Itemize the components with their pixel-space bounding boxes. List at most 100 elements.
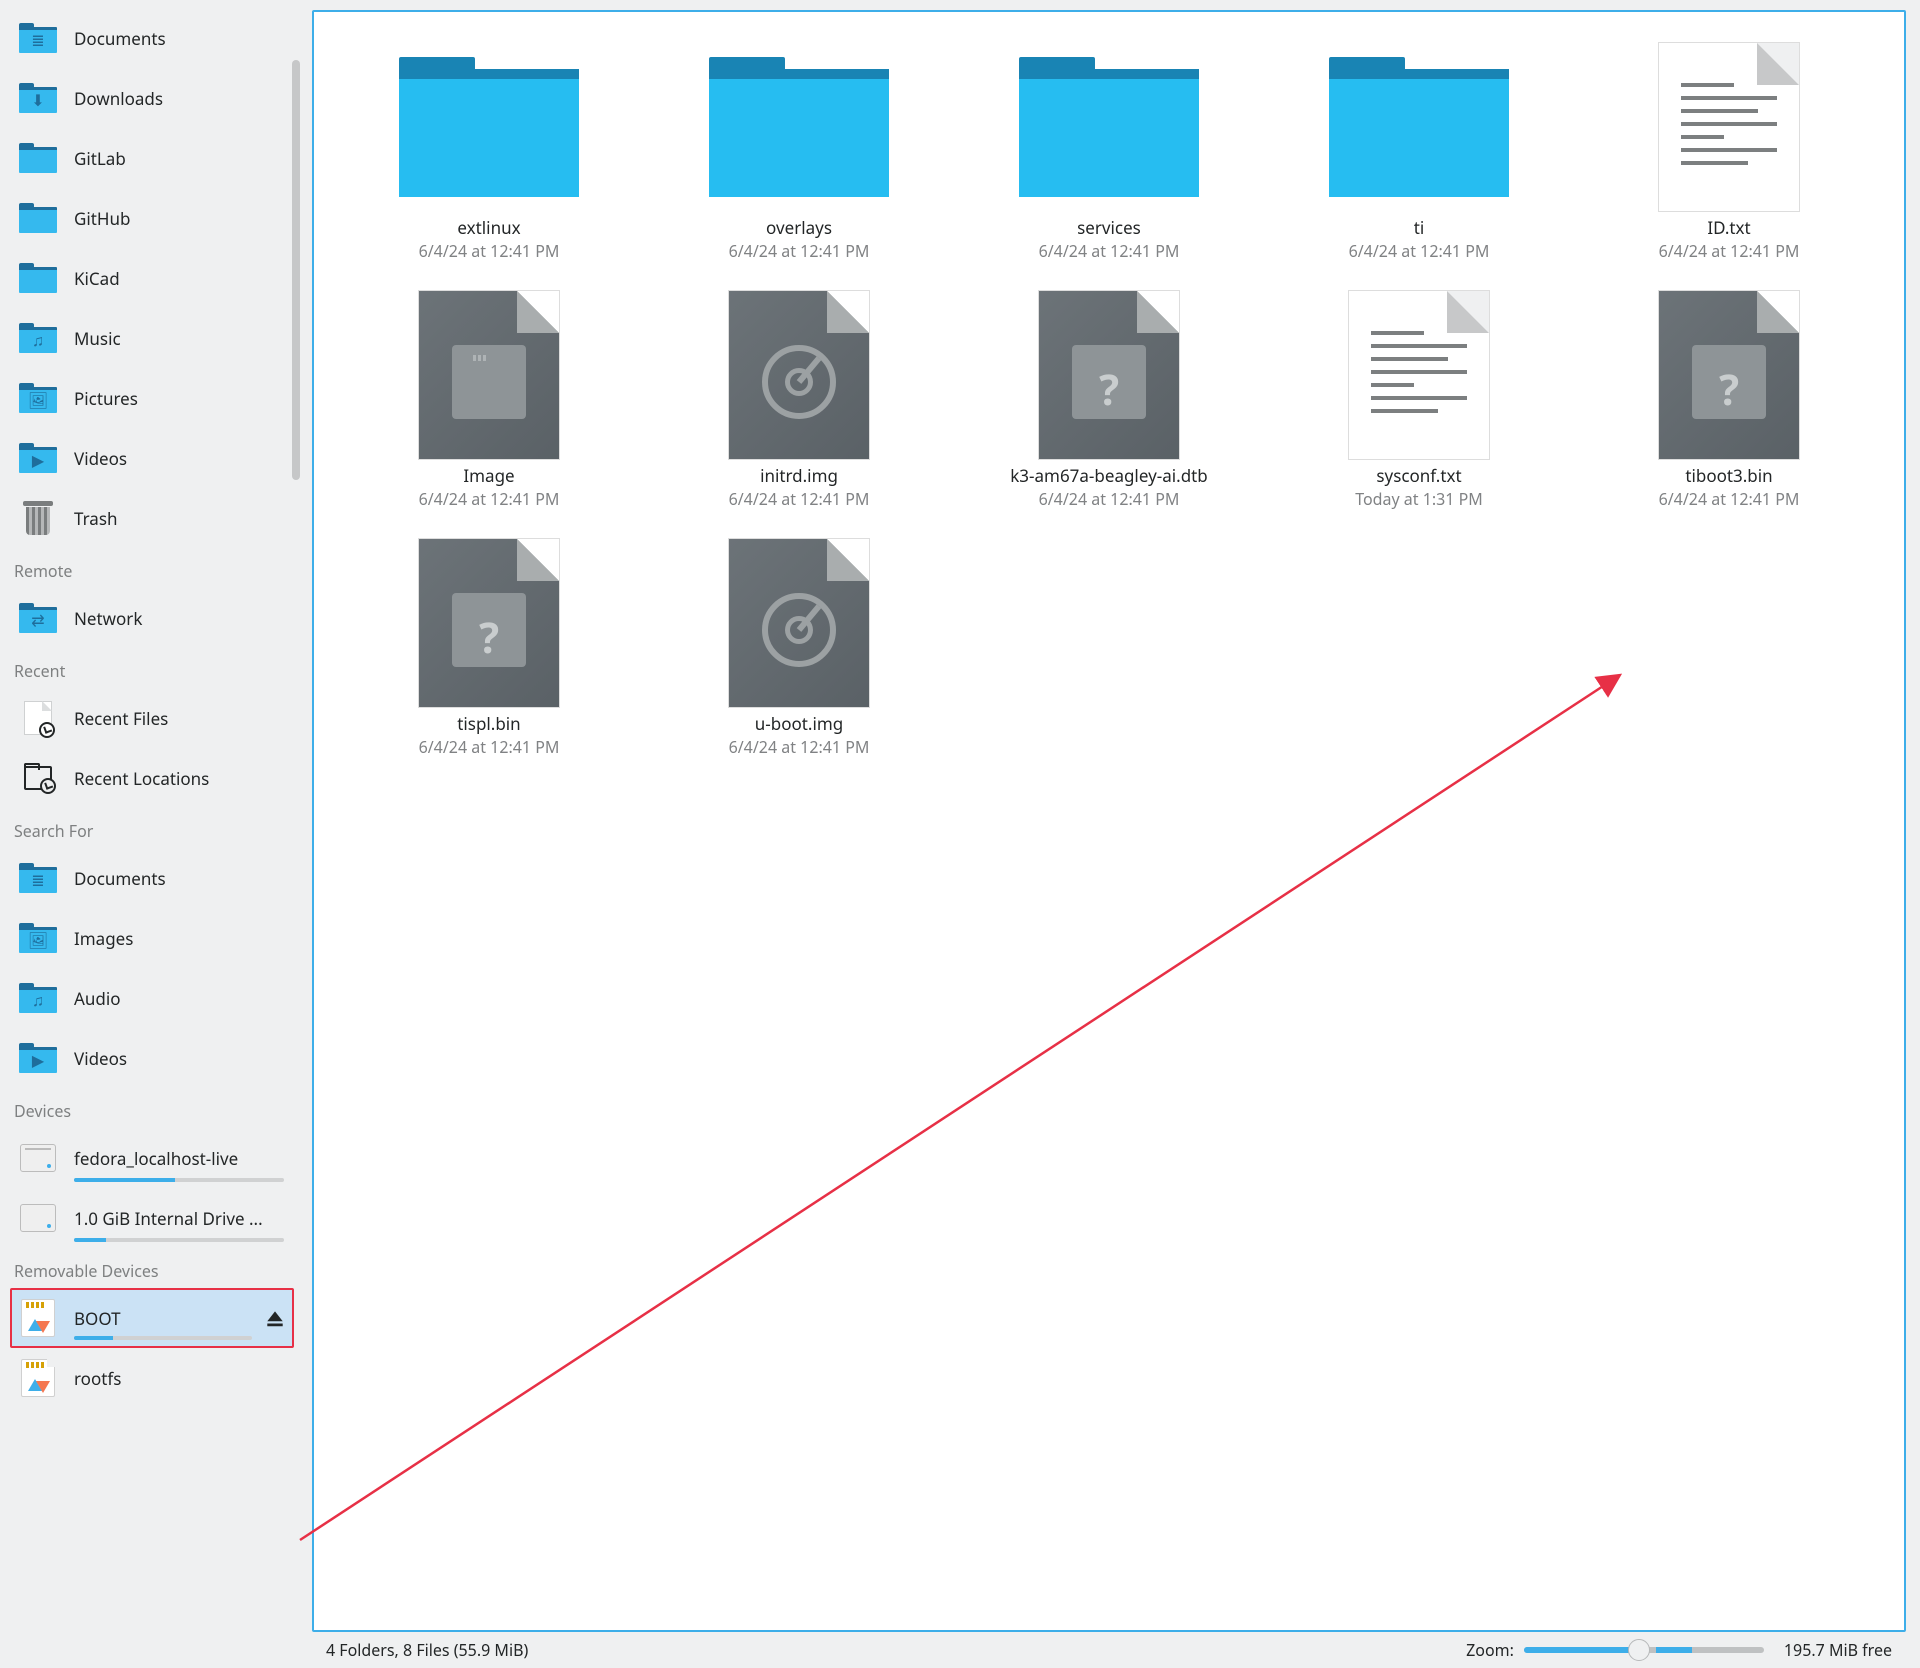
folder-videos-icon: ▶ <box>18 1038 58 1078</box>
folder-documents-icon: ≣ <box>18 858 58 898</box>
sidebar-item-label: Videos <box>74 1047 286 1070</box>
file-view[interactable]: extlinux6/4/24 at 12:41 PMoverlays6/4/24… <box>312 10 1906 1632</box>
sidebar-item-pictures[interactable]: 🖼Pictures <box>10 368 294 428</box>
file-name: overlays <box>766 216 832 239</box>
file-item[interactable]: ? tiboot3.bin6/4/24 at 12:41 PM <box>1584 286 1874 514</box>
folder-icon <box>1324 42 1514 212</box>
unknown-file-icon: ? <box>1634 290 1824 460</box>
file-name: initrd.img <box>760 464 838 487</box>
folder-icon <box>1014 42 1204 212</box>
status-summary: 4 Folders, 8 Files (55.9 MiB) <box>326 1639 528 1661</box>
file-date: 6/4/24 at 12:41 PM <box>1039 240 1180 262</box>
text-file-icon <box>1634 42 1824 212</box>
file-date: 6/4/24 at 12:41 PM <box>1039 488 1180 510</box>
usage-bar <box>74 1238 284 1242</box>
sd-card-icon <box>18 1298 58 1338</box>
sidebar-item-github[interactable]: GitHub <box>10 188 294 248</box>
file-item[interactable]: initrd.img6/4/24 at 12:41 PM <box>654 286 944 514</box>
file-item[interactable]: ?k3-am67a-beagley-ai.dtb6/4/24 at 12:41 … <box>964 286 1254 514</box>
file-name: extlinux <box>457 216 520 239</box>
section-header-search: Search For <box>10 808 294 848</box>
section-header-recent: Recent <box>10 648 294 688</box>
sidebar-item-label: GitHub <box>74 207 286 230</box>
sidebar-item-audio[interactable]: ♫Audio <box>10 968 294 1028</box>
unknown-file-icon: ? <box>394 538 584 708</box>
sidebar-item-images[interactable]: 🖼Images <box>10 908 294 968</box>
recent-files-icon <box>18 698 58 738</box>
sidebar-item-rootfs[interactable]: rootfs <box>10 1348 294 1408</box>
sidebar-item-network[interactable]: ⇄ Network <box>10 588 294 648</box>
folder-downloads-icon: ⬇ <box>18 78 58 118</box>
main-area: extlinux6/4/24 at 12:41 PMoverlays6/4/24… <box>300 0 1920 1668</box>
sd-card-icon <box>18 1358 58 1398</box>
sidebar-item-recent-locations[interactable]: Recent Locations <box>10 748 294 808</box>
file-date: 6/4/24 at 12:41 PM <box>1349 240 1490 262</box>
file-item[interactable]: ti6/4/24 at 12:41 PM <box>1274 38 1564 266</box>
sidebar-item-label: Videos <box>74 447 286 470</box>
sidebar-item-downloads[interactable]: ⬇ Downloads <box>10 68 294 128</box>
eject-icon[interactable] <box>264 1307 286 1329</box>
sidebar-item-gitlab[interactable]: GitLab <box>10 128 294 188</box>
folder-pictures-icon: 🖼 <box>18 378 58 418</box>
file-date: 6/4/24 at 12:41 PM <box>419 240 560 262</box>
sidebar-item-label: Network <box>74 607 286 630</box>
section-header-removable: Removable Devices <box>10 1248 294 1288</box>
file-date: 6/4/24 at 12:41 PM <box>1659 488 1800 510</box>
file-name: sysconf.txt <box>1376 464 1461 487</box>
file-date: 6/4/24 at 12:41 PM <box>729 488 870 510</box>
disk-image-icon <box>704 538 894 708</box>
recent-locations-icon <box>18 758 58 798</box>
sidebar-item-documents[interactable]: ≣Documents <box>10 8 294 68</box>
sidebar-item-label: Downloads <box>74 87 286 110</box>
file-item[interactable]: services6/4/24 at 12:41 PM <box>964 38 1254 266</box>
file-date: 6/4/24 at 12:41 PM <box>1659 240 1800 262</box>
file-item[interactable]: Image6/4/24 at 12:41 PM <box>344 286 634 514</box>
file-name: ti <box>1414 216 1425 239</box>
sidebar-item-label: Images <box>74 927 286 950</box>
status-bar: 4 Folders, 8 Files (55.9 MiB) Zoom: 195.… <box>312 1632 1906 1668</box>
disk-image-icon <box>704 290 894 460</box>
sidebar-item-fedora-localhost-live[interactable]: fedora_localhost-live <box>10 1128 294 1188</box>
sidebar-item-label: Audio <box>74 987 286 1010</box>
file-name: services <box>1077 216 1141 239</box>
folder-icon <box>18 198 58 238</box>
file-name: tiboot3.bin <box>1685 464 1772 487</box>
drive-live-icon <box>18 1138 58 1178</box>
file-item[interactable]: ?tispl.bin6/4/24 at 12:41 PM <box>344 534 634 762</box>
zoom-label: Zoom: <box>1466 1639 1514 1661</box>
sidebar-item-label: GitLab <box>74 147 286 170</box>
sidebar-item-videos[interactable]: ▶ Videos <box>10 428 294 488</box>
file-item[interactable]: extlinux6/4/24 at 12:41 PM <box>344 38 634 266</box>
text-file-icon <box>1324 290 1514 460</box>
sidebar-item-label: Trash <box>74 507 286 530</box>
usage-bar <box>74 1178 284 1182</box>
folder-videos-icon: ▶ <box>18 438 58 478</box>
folder-documents-icon: ≣ <box>18 18 58 58</box>
file-date: 6/4/24 at 12:41 PM <box>419 736 560 758</box>
zoom-slider[interactable] <box>1524 1647 1764 1653</box>
file-item[interactable]: sysconf.txtToday at 1:31 PM <box>1274 286 1564 514</box>
sidebar-item-music[interactable]: ♫Music <box>10 308 294 368</box>
section-header-devices: Devices <box>10 1088 294 1128</box>
sidebar-item-documents[interactable]: ≣Documents <box>10 848 294 908</box>
sidebar-item-1-0-gib-internal-drive-[interactable]: 1.0 GiB Internal Drive ... <box>10 1188 294 1248</box>
drive-icon <box>18 1198 58 1238</box>
folder-icon <box>394 42 584 212</box>
section-header-remote: Remote <box>10 548 294 588</box>
file-item[interactable]: ID.txt6/4/24 at 12:41 PM <box>1584 38 1874 266</box>
file-date: 6/4/24 at 12:41 PM <box>729 240 870 262</box>
file-date: 6/4/24 at 12:41 PM <box>419 488 560 510</box>
sidebar-item-label: Music <box>74 327 286 350</box>
sidebar-item-kicad[interactable]: KiCad <box>10 248 294 308</box>
sidebar-item-boot[interactable]: BOOT <box>10 1288 294 1348</box>
folder-network-icon: ⇄ <box>18 598 58 638</box>
sidebar-item-videos[interactable]: ▶ Videos <box>10 1028 294 1088</box>
file-date: Today at 1:31 PM <box>1355 488 1483 510</box>
sidebar-item-trash[interactable]: Trash <box>10 488 294 548</box>
sidebar-item-label: KiCad <box>74 267 286 290</box>
file-name: Image <box>463 464 514 487</box>
file-item[interactable]: u-boot.img6/4/24 at 12:41 PM <box>654 534 944 762</box>
file-item[interactable]: overlays6/4/24 at 12:41 PM <box>654 38 944 266</box>
sidebar-item-recent-files[interactable]: Recent Files <box>10 688 294 748</box>
sidebar-item-label: Recent Files <box>74 707 286 730</box>
